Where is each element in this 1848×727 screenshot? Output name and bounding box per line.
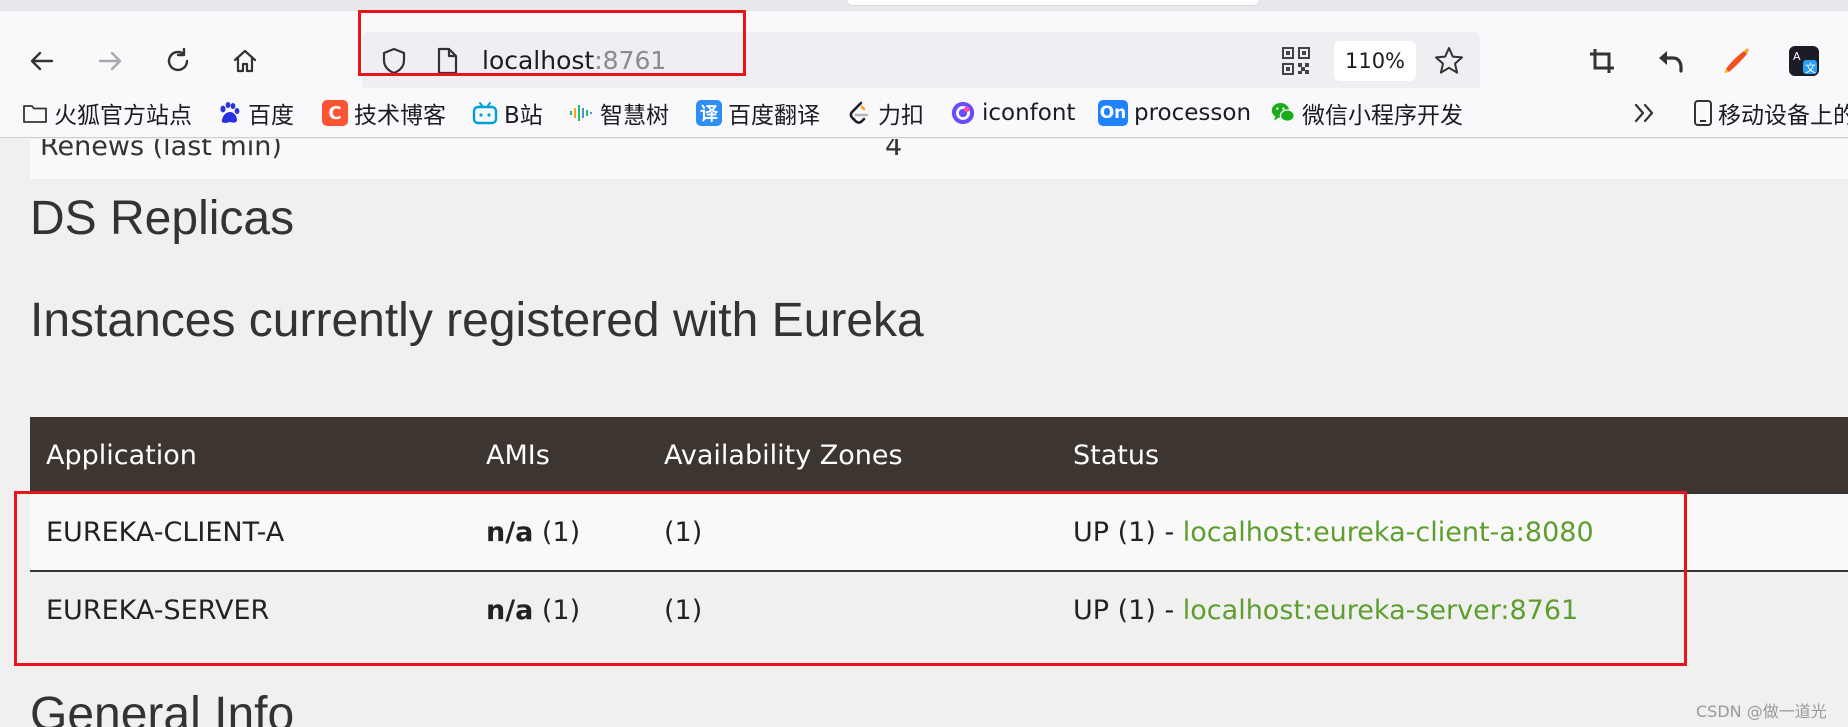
back-button[interactable] xyxy=(22,41,62,81)
highlighter-pen-icon xyxy=(1724,48,1749,73)
svg-text:A: A xyxy=(1793,50,1801,63)
bilibili-tv-icon xyxy=(472,100,498,126)
bookmark-zhihuishu[interactable]: 智慧树 xyxy=(568,96,669,130)
bookmarks-overflow-button[interactable] xyxy=(1628,96,1662,130)
column-header-status: Status xyxy=(1073,440,1160,471)
bookmark-iconfont[interactable]: iconfont xyxy=(950,96,1075,130)
bookmark-label: 微信小程序开发 xyxy=(1302,103,1463,129)
undo-button[interactable] xyxy=(1650,41,1690,81)
svg-text:文: 文 xyxy=(1805,61,1816,75)
bookmark-label: iconfont xyxy=(982,100,1076,126)
double-chevron-right-icon xyxy=(1634,103,1654,123)
leetcode-icon xyxy=(846,100,872,126)
renews-label: Renews (last min) xyxy=(40,139,282,162)
bookmark-label: processon xyxy=(1134,100,1252,126)
general-info-heading: General Info xyxy=(30,688,295,727)
arrow-right-icon xyxy=(98,51,122,71)
bookmark-label: B站 xyxy=(504,103,543,129)
processon-icon: On xyxy=(1098,100,1128,126)
baidu-paw-icon xyxy=(216,100,242,126)
column-header-application: Application xyxy=(46,440,197,471)
translate-extension-button[interactable]: A文 xyxy=(1784,41,1824,81)
bookmark-label: 智慧树 xyxy=(600,103,669,129)
arrow-left-icon xyxy=(30,51,54,71)
bookmark-label: 百度 xyxy=(248,103,294,129)
translate-icon: 译 xyxy=(696,100,722,126)
instances-heading: Instances currently registered with Eure… xyxy=(30,294,924,347)
column-header-zones: Availability Zones xyxy=(664,440,903,471)
active-tab-edge[interactable] xyxy=(846,0,1260,6)
wechat-icon xyxy=(1270,100,1296,126)
bookmark-wechat-miniprogram[interactable]: 微信小程序开发 xyxy=(1270,96,1463,130)
forward-button[interactable] xyxy=(90,41,130,81)
bookmark-label: 力扣 xyxy=(878,103,924,129)
screenshot-crop-button[interactable] xyxy=(1582,41,1622,81)
column-header-amis: AMIs xyxy=(486,440,550,471)
home-icon xyxy=(233,49,257,73)
renews-row: Renews (last min) 4 xyxy=(30,139,1848,179)
zoom-level-button[interactable]: 110% xyxy=(1334,41,1416,81)
bookmark-firefox-site[interactable]: 火狐官方站点 xyxy=(22,96,192,130)
browser-toolbar: localhost:8761 110% A文 xyxy=(0,11,1848,98)
iconfont-icon xyxy=(950,100,976,126)
watermark: CSDN @做一道光 xyxy=(1696,702,1827,721)
bookmark-label: 移动设备上的 xyxy=(1718,103,1848,129)
bookmark-baidu[interactable]: 百度 xyxy=(216,96,294,130)
reload-button[interactable] xyxy=(158,41,198,81)
undo-arrow-icon xyxy=(1659,51,1683,73)
bookmark-label: 百度翻译 xyxy=(728,103,820,129)
bookmark-star-icon[interactable] xyxy=(1432,44,1466,78)
bookmark-leetcode[interactable]: 力扣 xyxy=(846,96,924,130)
qr-code-icon[interactable] xyxy=(1280,45,1312,77)
zhihuishu-waves-icon xyxy=(568,100,594,126)
mobile-phone-icon xyxy=(1690,100,1716,126)
reload-icon xyxy=(167,47,189,72)
table-header: Application AMIs Availability Zones Stat… xyxy=(30,417,1848,494)
renews-value: 4 xyxy=(885,139,903,162)
crop-icon xyxy=(1590,49,1614,73)
tab-strip xyxy=(0,0,1848,11)
bookmark-label: 技术博客 xyxy=(354,103,446,129)
bookmark-mobile-devices[interactable]: 移动设备上的 xyxy=(1690,96,1848,130)
bookmark-processon[interactable]: On processon xyxy=(1098,96,1251,130)
translate-extension-icon: A文 xyxy=(1789,46,1819,76)
rows-highlight-box xyxy=(14,491,1687,666)
folder-icon xyxy=(22,100,48,126)
csdn-c-icon: C xyxy=(322,100,348,126)
home-button[interactable] xyxy=(225,41,265,81)
extension-pen-button[interactable] xyxy=(1716,41,1756,81)
bookmark-label: 火狐官方站点 xyxy=(54,103,192,129)
bookmark-bilibili[interactable]: B站 xyxy=(472,96,543,130)
url-highlight-box xyxy=(358,10,746,76)
ds-replicas-heading: DS Replicas xyxy=(30,192,295,245)
bookmark-tech-blog[interactable]: C 技术博客 xyxy=(322,96,446,130)
bookmark-baidu-translate[interactable]: 译 百度翻译 xyxy=(696,96,820,130)
